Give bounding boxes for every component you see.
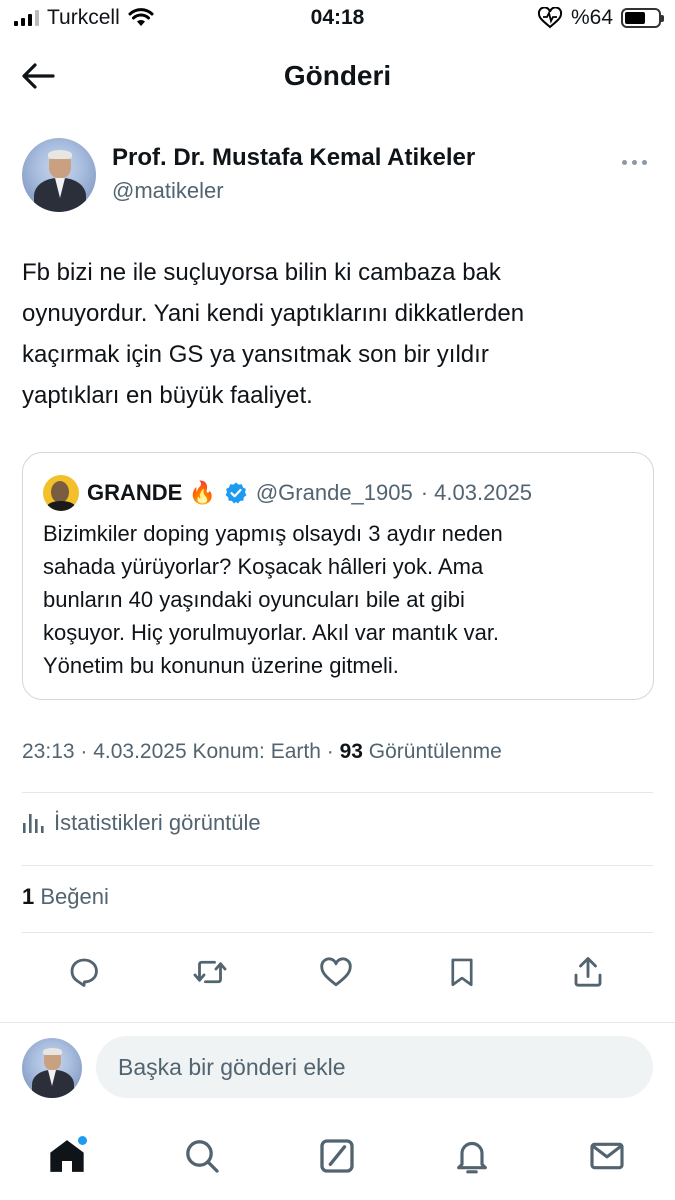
battery-icon: [621, 8, 664, 28]
bookmark-icon: [451, 958, 473, 987]
action-bar: [0, 948, 675, 998]
heart-icon: [320, 957, 352, 987]
divider: [22, 792, 653, 793]
quoted-post[interactable]: GRANDE 🔥 @Grande_1905 · 4.03.2025 Bizimk…: [22, 452, 654, 700]
quote-date: · 4.03.2025: [420, 480, 533, 505]
health-monitor-icon: [537, 7, 562, 29]
header: Gönderi: [0, 50, 675, 102]
current-user-avatar[interactable]: [22, 1038, 82, 1098]
status-right: %64: [537, 6, 664, 30]
tab-search[interactable]: [180, 1134, 224, 1178]
tab-home[interactable]: [45, 1134, 89, 1178]
quote-author-handle: @Grande_1905: [255, 480, 413, 505]
tab-messages[interactable]: [585, 1134, 629, 1178]
analytics-icon: [23, 814, 44, 833]
search-icon: [186, 1140, 219, 1173]
view-stats-link[interactable]: İstatistikleri görüntüle: [22, 810, 261, 836]
repost-icon: [193, 960, 227, 984]
mail-icon: [590, 1142, 624, 1170]
repost-button[interactable]: [190, 952, 230, 992]
quote-avatar: [43, 475, 79, 511]
likes-label: Beğeni: [40, 884, 109, 909]
views-count: 93: [339, 740, 363, 763]
reply-button[interactable]: [64, 952, 104, 992]
like-button[interactable]: [316, 952, 356, 992]
more-options-button[interactable]: [618, 156, 651, 169]
likes-count: 1: [22, 884, 35, 909]
author-name[interactable]: Prof. Dr. Mustafa Kemal Atikeler: [112, 144, 475, 172]
verified-badge-icon: [225, 482, 247, 504]
battery-percent: %64: [570, 6, 613, 29]
page-title: Gönderi: [283, 60, 392, 91]
divider: [22, 932, 653, 933]
view-stats-label: İstatistikleri görüntüle: [54, 810, 261, 835]
tab-notifications[interactable]: [450, 1134, 494, 1178]
author-avatar[interactable]: [22, 138, 96, 212]
reply-composer: [22, 1036, 653, 1098]
post-header: Prof. Dr. Mustafa Kemal Atikeler @matike…: [22, 138, 653, 218]
bottom-tab-bar: [0, 1128, 675, 1188]
bell-icon: [457, 1141, 487, 1174]
tab-grok[interactable]: [315, 1134, 359, 1178]
post-meta: 23:13 · 4.03.2025 Konum: Earth · 93 Görü…: [22, 740, 502, 764]
section-divider: [0, 1022, 675, 1023]
status-bar: Turkcell 04:18 %64: [0, 0, 675, 38]
share-button[interactable]: [568, 952, 608, 992]
quote-text: Bizimkiler doping yapmış olsaydı 3 aydır…: [43, 521, 503, 678]
grok-icon: [320, 1139, 354, 1173]
quote-author-name: GRANDE 🔥: [87, 480, 216, 505]
reply-input[interactable]: [96, 1036, 653, 1098]
battery-level: [625, 12, 646, 24]
more-dots-icon: [622, 160, 627, 165]
share-icon: [574, 957, 602, 987]
views-label: Görüntülenme: [368, 740, 502, 763]
divider: [22, 865, 653, 866]
quote-header: GRANDE 🔥 @Grande_1905 · 4.03.2025: [43, 475, 532, 511]
bookmark-button[interactable]: [442, 952, 482, 992]
notification-dot: [78, 1136, 87, 1145]
author-handle[interactable]: @matikeler: [112, 178, 224, 204]
post-location: Konum: Earth: [192, 740, 321, 763]
reply-icon: [70, 958, 98, 987]
meta-separator: ·: [326, 740, 334, 763]
likes-summary[interactable]: 1 Beğeni: [22, 884, 109, 910]
post-timestamp[interactable]: 23:13 · 4.03.2025: [22, 740, 187, 763]
post-text: Fb bizi ne ile suçluyorsa bilin ki camba…: [22, 259, 525, 409]
